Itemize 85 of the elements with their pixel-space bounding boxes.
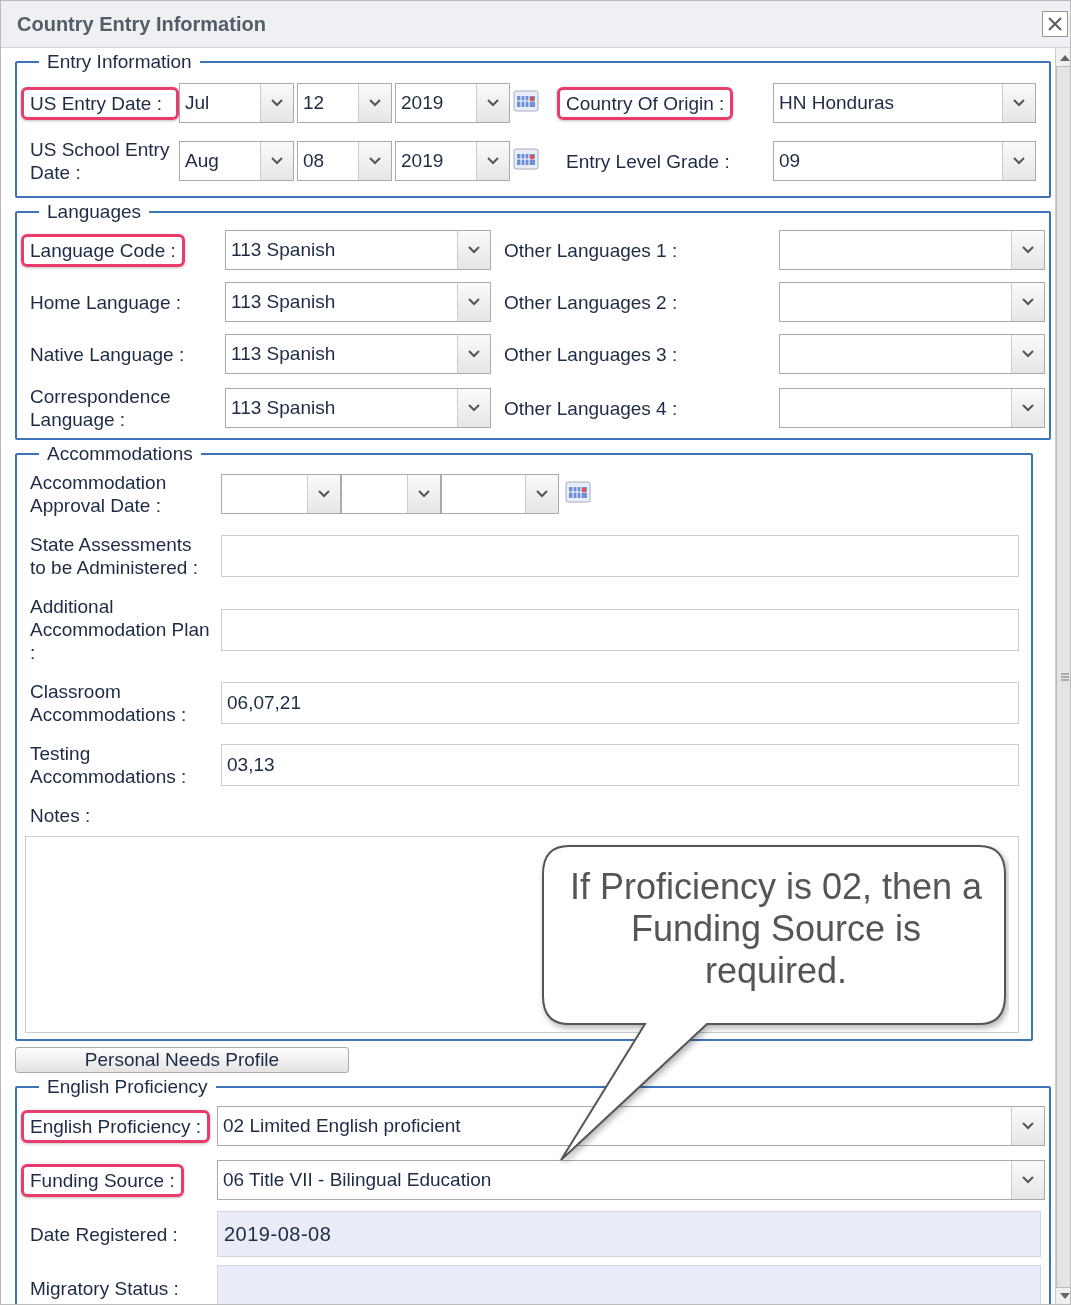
field-label: Other Languages 3 :	[503, 342, 679, 367]
dropdown[interactable]: 113 Spanish	[225, 334, 491, 374]
field-label: State Assessments to be Administered :	[29, 533, 199, 580]
dropdown[interactable]: 02 Limited English proficient	[217, 1106, 1045, 1146]
caret-icon	[418, 490, 430, 498]
caret-icon	[1022, 1122, 1034, 1130]
caret-icon	[1022, 1176, 1034, 1184]
caret-icon	[1022, 404, 1034, 412]
year-select[interactable]	[441, 474, 559, 514]
grip-icon	[1060, 672, 1070, 682]
caret-icon	[271, 99, 283, 107]
caret-icon	[487, 99, 499, 107]
section-legend: Entry Information	[39, 54, 200, 70]
dropdown[interactable]: 06 Title VII - Bilingual Education	[217, 1160, 1045, 1200]
caret-icon	[468, 350, 480, 358]
caret-icon	[1022, 350, 1034, 358]
input-field[interactable]: 06,07,21	[221, 682, 1019, 724]
year-select[interactable]: 2019	[395, 141, 510, 181]
section-legend: Accommodations	[39, 446, 201, 462]
month-select[interactable]: Jul	[179, 83, 294, 123]
field-label: Home Language :	[29, 290, 183, 315]
field-label: Language Code :	[21, 233, 185, 267]
year-select[interactable]: 2019	[395, 83, 510, 123]
field-label: Other Languages 1 :	[503, 238, 679, 263]
day-select[interactable]: 12	[297, 83, 392, 123]
field-label: Additional Accommodation Plan :	[29, 595, 211, 665]
caret-icon	[468, 404, 480, 412]
field-label: Classroom Accommodations :	[29, 680, 188, 727]
field-label: Accommodation Approval Date :	[29, 471, 168, 518]
scroll-down-icon[interactable]	[1059, 1292, 1070, 1300]
day-select[interactable]: 08	[297, 141, 392, 181]
caret-icon	[1013, 157, 1025, 165]
caret-icon	[1022, 246, 1034, 254]
month-select[interactable]: Aug	[179, 141, 294, 181]
caret-icon	[1013, 99, 1025, 107]
dropdown[interactable]: 113 Spanish	[225, 388, 491, 428]
caret-icon	[468, 246, 480, 254]
dropdown[interactable]	[779, 282, 1045, 322]
section-legend: English Proficiency	[39, 1079, 216, 1095]
caret-icon	[1022, 298, 1034, 306]
month-select[interactable]	[221, 474, 341, 514]
dropdown[interactable]	[779, 334, 1045, 374]
dropdown[interactable]: HN Honduras	[773, 83, 1036, 123]
close-button[interactable]	[1042, 11, 1068, 37]
personal-needs-profile-button[interactable]: Personal Needs Profile	[15, 1047, 349, 1073]
field-label: Entry Level Grade :	[565, 149, 731, 174]
input-field[interactable]	[221, 608, 1019, 651]
caret-icon	[318, 490, 330, 498]
window-title: Country Entry Information	[16, 12, 267, 36]
dropdown[interactable]: 09	[773, 141, 1036, 181]
calendar-icon[interactable]	[565, 481, 591, 503]
calendar-icon[interactable]	[513, 148, 539, 170]
dropdown[interactable]: 113 Spanish	[225, 230, 491, 270]
field-label: Country Of Origin :	[557, 86, 734, 120]
notes-field[interactable]	[25, 836, 1019, 1033]
field-label: US Entry Date :	[21, 86, 179, 120]
calendar-icon[interactable]	[513, 90, 539, 112]
day-select[interactable]	[341, 474, 441, 514]
field-label: Other Languages 4 :	[503, 396, 679, 421]
caret-icon	[487, 157, 499, 165]
field-label: Native Language :	[29, 342, 186, 367]
section-legend: Languages	[39, 204, 150, 220]
close-icon	[1047, 16, 1063, 32]
field-label: Testing Accommodations :	[29, 742, 188, 789]
field-label: Other Languages 2 :	[503, 290, 679, 315]
caret-icon	[369, 157, 381, 165]
caret-icon	[271, 157, 283, 165]
field-label: US School Entry Date :	[29, 138, 171, 185]
dropdown[interactable]	[779, 388, 1045, 428]
input-field[interactable]	[221, 535, 1019, 577]
dropdown[interactable]	[779, 230, 1045, 270]
field-label: Funding Source :	[21, 1163, 184, 1197]
callout-text: If Proficiency is 02, then a Funding Source is required.	[568, 866, 984, 992]
caret-icon	[468, 298, 480, 306]
caret-icon	[369, 99, 381, 107]
field-label: English Proficiency :	[21, 1109, 211, 1143]
field-label: Date Registered :	[29, 1222, 179, 1247]
dropdown[interactable]: 113 Spanish	[225, 282, 491, 322]
field-label: Notes :	[29, 804, 92, 828]
scroll-up-icon[interactable]	[1059, 54, 1070, 62]
readonly-field: 2019-08-08	[217, 1211, 1041, 1257]
field-label: Correspondence Language :	[29, 385, 172, 432]
caret-icon	[536, 490, 548, 498]
field-label: Migratory Status :	[29, 1276, 180, 1301]
input-field[interactable]: 03,13	[221, 744, 1019, 786]
